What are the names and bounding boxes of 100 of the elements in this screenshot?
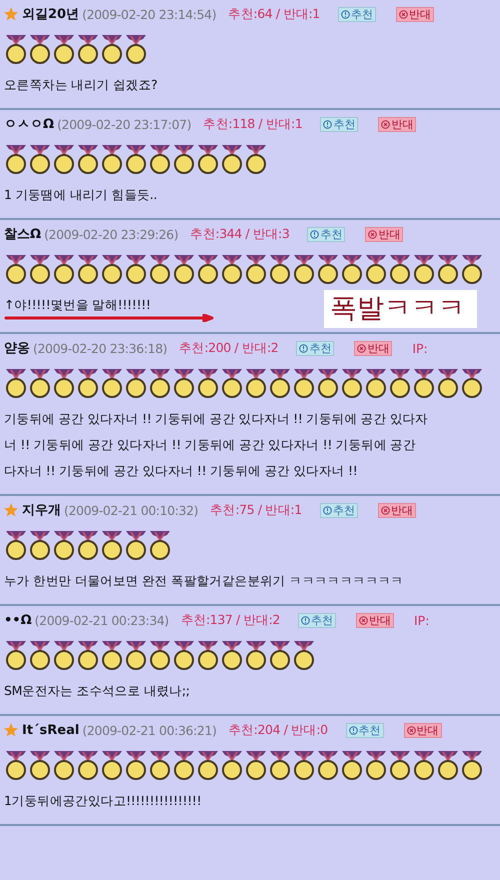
medal-icon [196, 639, 220, 670]
medal-icon [220, 253, 244, 284]
medal-icon [388, 253, 412, 284]
oppose-button[interactable]: 반대 [378, 116, 416, 132]
comment-text: 누가 한번만 더물어보면 완전 폭팔할거같은분위기 ㅋㅋㅋㅋㅋㅋㅋㅋㅋ [4, 572, 404, 590]
recommend-button[interactable]: 추천 [296, 340, 334, 356]
oppose-button[interactable]: 반대 [396, 6, 434, 22]
circled-x-icon [357, 344, 366, 352]
author-name: 찰스Ω [4, 226, 42, 243]
recommend-button[interactable]: 추천 [307, 226, 346, 242]
medal-icon [412, 749, 436, 780]
medal-icon [172, 639, 196, 670]
medal-icon [148, 529, 172, 560]
comment-text: ↑야!!!!!몇번을 말해!!!!!!! [4, 296, 151, 314]
medal-icon [76, 639, 100, 670]
recommend-button[interactable]: 추천 [320, 502, 358, 518]
comment-text: 1기둥뒤에공간있다고!!!!!!!!!!!!!!!! [4, 792, 202, 810]
oppose-button[interactable]: 반대 [354, 340, 392, 356]
comment-text: 기둥뒤에 공간 있다자너 !! 기둥뒤에 공간 있다자너 !! 기둥뒤에 공간 있다자 [4, 410, 428, 428]
comment-date: (2009-02-21 00:10:32) [64, 502, 198, 518]
circled-x-icon [359, 616, 368, 624]
medal-icon [244, 253, 268, 284]
medal-icon [28, 749, 52, 780]
medal-icon [172, 749, 196, 780]
medal-icon [244, 749, 268, 780]
medal-icon [76, 367, 100, 398]
medal-icon [100, 253, 124, 284]
medal-icon [148, 253, 172, 284]
medal-icon [244, 639, 268, 670]
medal-icon [124, 253, 148, 284]
medal-icon [292, 367, 316, 398]
medal-icon [196, 143, 220, 174]
medal-icon [4, 749, 28, 780]
medal-icon [148, 749, 172, 780]
vote-count: 추천:118 / 반대:1 [203, 116, 302, 132]
medal-icon [124, 749, 148, 780]
medal-icon [268, 749, 292, 780]
oppose-button[interactable]: 반대 [356, 612, 394, 628]
recommend-button[interactable]: 추천 [346, 722, 384, 738]
circled-x-icon [398, 10, 408, 18]
medal-icon [340, 367, 364, 398]
medal-icon [28, 253, 52, 284]
oppose-button[interactable]: 반대 [365, 226, 404, 242]
medal-icon [4, 639, 28, 670]
medal-icon [268, 253, 292, 284]
medal-icon [340, 749, 364, 780]
medal-icon [364, 749, 388, 780]
comment-date: (2009-02-20 23:36:18) [33, 340, 168, 356]
author-name: ••Ω [4, 612, 32, 628]
medal-icon [52, 749, 76, 780]
exclamation-circle-icon [340, 10, 350, 18]
medal-icon [172, 143, 196, 174]
oppose-button[interactable]: 반대 [404, 722, 442, 738]
author-name: It´sReal [22, 722, 80, 738]
medal-icon [268, 639, 292, 670]
ip-label: IP: [412, 340, 428, 356]
medal-icon [220, 749, 244, 780]
medal-icon [388, 367, 412, 398]
vote-count: 추천:75 / 반대:1 [210, 502, 302, 518]
medal-icon [340, 253, 364, 284]
medal-icon [196, 749, 220, 780]
medal-icon [28, 529, 52, 560]
medal-icon [172, 367, 196, 398]
oppose-button[interactable]: 반대 [378, 502, 416, 518]
medal-icon [460, 253, 484, 284]
ip-label: IP: [414, 612, 430, 628]
medal-icon [100, 143, 124, 174]
medal-icon [4, 529, 28, 560]
recommend-button[interactable]: 추천 [320, 116, 358, 132]
medal-icon [244, 367, 268, 398]
author-name: 외길20년 [22, 6, 80, 23]
medal-icon [436, 749, 460, 780]
comment-date: (2009-02-20 23:17:07) [57, 116, 192, 132]
medal-icon [76, 529, 100, 560]
comment-date: (2009-02-20 23:14:54) [82, 6, 216, 22]
medal-icon [4, 143, 28, 174]
author-name: ㅇㅅㅇΩ [4, 116, 54, 133]
medal-icon [436, 367, 460, 398]
vote-count: 추천:344 / 반대:3 [190, 226, 290, 242]
medal-icon [148, 639, 172, 670]
medal-icon [124, 367, 148, 398]
medal-icon [460, 749, 484, 780]
medal-icon [196, 253, 220, 284]
vote-count: 추천:200 / 반대:2 [179, 340, 278, 356]
comment-date: (2009-02-20 23:29:26) [44, 226, 178, 242]
author-name: 얃옹 [4, 340, 30, 357]
comment-date: (2009-02-21 00:36:21) [82, 722, 216, 738]
circled-x-icon [381, 120, 390, 128]
medal-icon [364, 367, 388, 398]
exclamation-circle-icon [310, 230, 320, 238]
vote-count: 추천:64 / 반대:1 [228, 6, 320, 22]
recommend-button[interactable]: 추천 [338, 6, 376, 22]
medal-icon [196, 367, 220, 398]
medal-icon [124, 143, 148, 174]
comment-text: 오른쪽차는 내리기 쉽겠죠? [4, 76, 158, 94]
comment-text: 너 !! 기둥뒤에 공간 있다자너 !! 기둥뒤에 공간 있다자너 !! 기둥뒤에 공간 [4, 436, 416, 454]
medal-icon [28, 143, 52, 174]
recommend-button[interactable]: 추천 [298, 612, 336, 628]
medal-icon [124, 639, 148, 670]
caption-text: 폭발ㅋㅋㅋ [324, 290, 477, 328]
